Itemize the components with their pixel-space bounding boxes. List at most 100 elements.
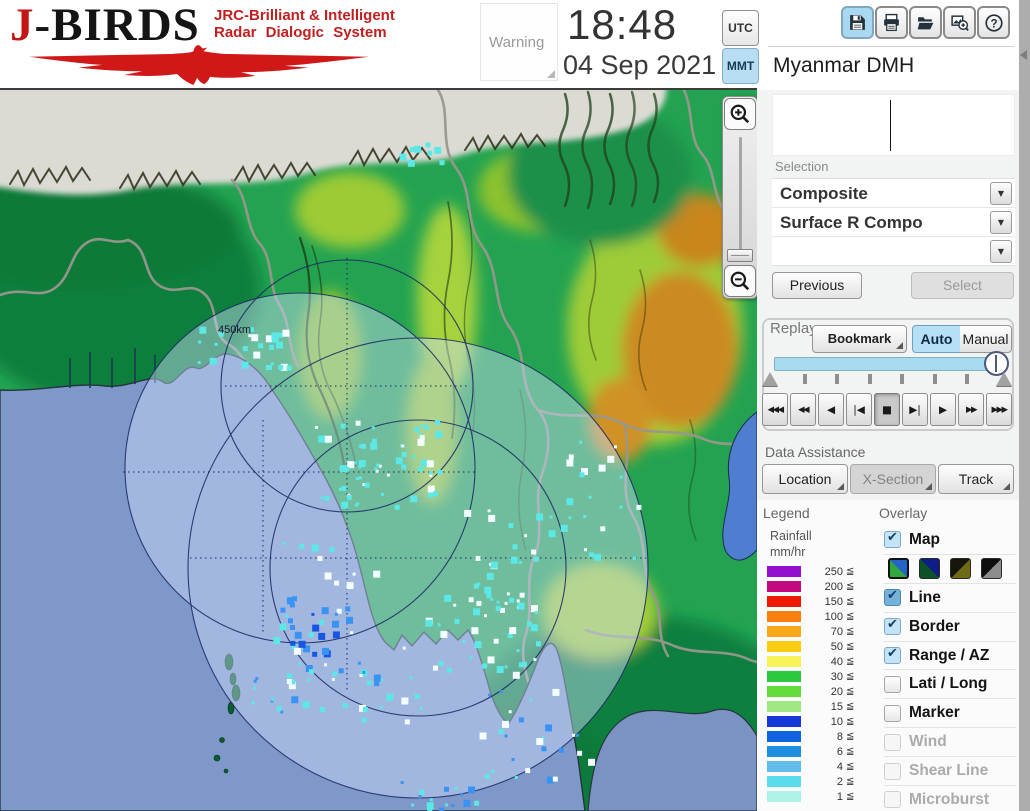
- zoom-in-button[interactable]: [724, 98, 756, 130]
- overlay-label: Overlay: [879, 505, 928, 521]
- check-icon: ✔: [887, 617, 898, 633]
- fast-forward-button[interactable]: ▶▶: [958, 393, 984, 426]
- eagle-logo-icon: [29, 45, 369, 85]
- corner-arrow-icon: [1003, 483, 1010, 490]
- capture-image-button[interactable]: [943, 6, 976, 39]
- chevron-down-icon[interactable]: ▼: [990, 240, 1012, 263]
- dropdown-category[interactable]: Composite ▼: [772, 179, 1015, 208]
- overlay-options: ✔Map ✔Line ✔Border ✔Range / AZ ✔Lati / L…: [884, 526, 1016, 811]
- map-style-olive[interactable]: [950, 558, 971, 580]
- range-az-checkbox[interactable]: ✔: [884, 646, 901, 664]
- legend-row: 20 ≦: [767, 686, 877, 698]
- save-button[interactable]: [841, 6, 874, 39]
- overlay-row-map[interactable]: ✔ Map: [884, 526, 1016, 555]
- station-input[interactable]: [772, 94, 1015, 156]
- resize-handle-icon[interactable]: [547, 70, 555, 78]
- legend-row: 1 ≦: [767, 791, 877, 803]
- dropdown-option[interactable]: ▼: [772, 237, 1015, 266]
- replay-timeline-track[interactable]: [774, 357, 998, 371]
- map-checkbox[interactable]: ✔: [884, 530, 901, 549]
- selection-label: Selection: [775, 159, 829, 174]
- legend-row: 6 ≦: [767, 746, 877, 758]
- lati-long-checkbox[interactable]: ✔: [884, 675, 901, 693]
- step-forward-button[interactable]: ▶|: [902, 393, 928, 426]
- toolbar-divider: [768, 46, 1014, 47]
- range-start-marker[interactable]: [762, 372, 778, 386]
- xsection-button[interactable]: X-Section: [850, 464, 936, 494]
- header-bar: J-BIRDS JRC-Brilliant & Intelligent Rada…: [0, 0, 1030, 90]
- dropdown-category-value: Composite: [780, 184, 868, 203]
- location-button[interactable]: Location: [762, 464, 848, 494]
- bookmark-button[interactable]: Bookmark: [812, 325, 907, 353]
- jbirds-application: J-BIRDS JRC-Brilliant & Intelligent Rada…: [0, 0, 1030, 811]
- track-button[interactable]: Track: [938, 464, 1014, 494]
- legend-swatch: [767, 686, 801, 697]
- rewind-fast-button[interactable]: ◀◀◀: [762, 393, 788, 426]
- legend-swatch: [767, 746, 801, 757]
- zoom-out-button[interactable]: [724, 265, 756, 297]
- border-checkbox[interactable]: ✔: [884, 617, 901, 636]
- map-style-gray[interactable]: [981, 558, 1002, 580]
- step-back-button[interactable]: |◀: [846, 393, 872, 426]
- overlay-row-range-az[interactable]: ✔ Range / AZ: [884, 642, 1016, 671]
- utc-button[interactable]: UTC: [722, 10, 759, 46]
- manual-replay-button[interactable]: Manual: [960, 325, 1012, 353]
- clock-time: 18:48: [567, 1, 678, 48]
- help-button[interactable]: ?: [977, 6, 1010, 39]
- legend-row: 4 ≦: [767, 761, 877, 773]
- range-end-marker[interactable]: [996, 372, 1012, 386]
- play-button[interactable]: ▶: [930, 393, 956, 426]
- fastest-forward-button[interactable]: ▶▶▶: [986, 393, 1012, 426]
- map-style-dark-blue[interactable]: [919, 558, 940, 580]
- legend-row: 150 ≦: [767, 596, 877, 608]
- rainfall-legend: 250 ≦ 200 ≦ 150 ≦ 100 ≦ 70 ≦ 50 ≦ 40 ≦ 30 ≦ 20 ≦ …: [767, 566, 877, 806]
- collapse-panel-icon[interactable]: [1020, 50, 1027, 60]
- stop-button[interactable]: ■: [874, 393, 900, 426]
- select-button[interactable]: Select: [911, 272, 1014, 299]
- timeline-tick: [835, 374, 839, 384]
- save-icon: [850, 15, 865, 30]
- zoom-slider-thumb[interactable]: [727, 249, 753, 262]
- previous-button[interactable]: Previous: [772, 272, 862, 299]
- zoom-slider-track[interactable]: [739, 137, 742, 259]
- map-zoom-control: [722, 96, 758, 299]
- play-reverse-button[interactable]: ◀: [818, 393, 844, 426]
- map-style-terrain[interactable]: [888, 558, 909, 580]
- station-name: Myanmar DMH: [773, 54, 915, 77]
- mmt-button[interactable]: MMT: [722, 48, 759, 84]
- corner-arrow-icon: [896, 342, 903, 349]
- text-cursor: [890, 100, 891, 151]
- microburst-checkbox: [884, 791, 901, 809]
- overlay-row-lati-long[interactable]: ✔Lati / Long: [884, 670, 1016, 700]
- data-assistance-label: Data Assistance: [765, 444, 866, 460]
- auto-replay-button[interactable]: Auto: [912, 325, 961, 353]
- legend-swatch: [767, 656, 801, 667]
- overlay-row-marker[interactable]: ✔Marker: [884, 699, 1016, 729]
- legend-swatch: [767, 701, 801, 712]
- help-icon: ?: [984, 13, 1003, 32]
- overlay-row-border[interactable]: ✔ Border: [884, 613, 1016, 642]
- legend-label: Legend: [763, 505, 810, 521]
- marker-checkbox[interactable]: ✔: [884, 704, 901, 722]
- terrain-map: 450km: [0, 90, 757, 811]
- chevron-down-icon[interactable]: ▼: [990, 182, 1012, 205]
- legend-row: 50 ≦: [767, 641, 877, 653]
- radar-map[interactable]: 450km: [0, 90, 757, 811]
- open-file-button[interactable]: [909, 6, 942, 39]
- chevron-down-icon[interactable]: ▼: [990, 211, 1012, 234]
- legend-row: 200 ≦: [767, 581, 877, 593]
- zoom-in-icon: [730, 104, 750, 124]
- rewind-button[interactable]: ◀◀: [790, 393, 816, 426]
- shear-line-checkbox: [884, 762, 901, 780]
- print-button[interactable]: [875, 6, 908, 39]
- panel-edge-strip: [1019, 0, 1030, 811]
- line-checkbox[interactable]: ✔: [884, 588, 901, 607]
- corner-arrow-icon: [925, 483, 932, 490]
- dropdown-product[interactable]: Surface R Compo ▼: [772, 208, 1015, 237]
- overlay-row-line[interactable]: ✔ Line: [884, 584, 1016, 613]
- legend-unit-rainfall: Rainfall: [770, 529, 812, 543]
- legend-row: 15 ≦: [767, 701, 877, 713]
- legend-row: 8 ≦: [767, 731, 877, 743]
- legend-swatch: [767, 596, 801, 607]
- timeline-tick: [900, 374, 904, 384]
